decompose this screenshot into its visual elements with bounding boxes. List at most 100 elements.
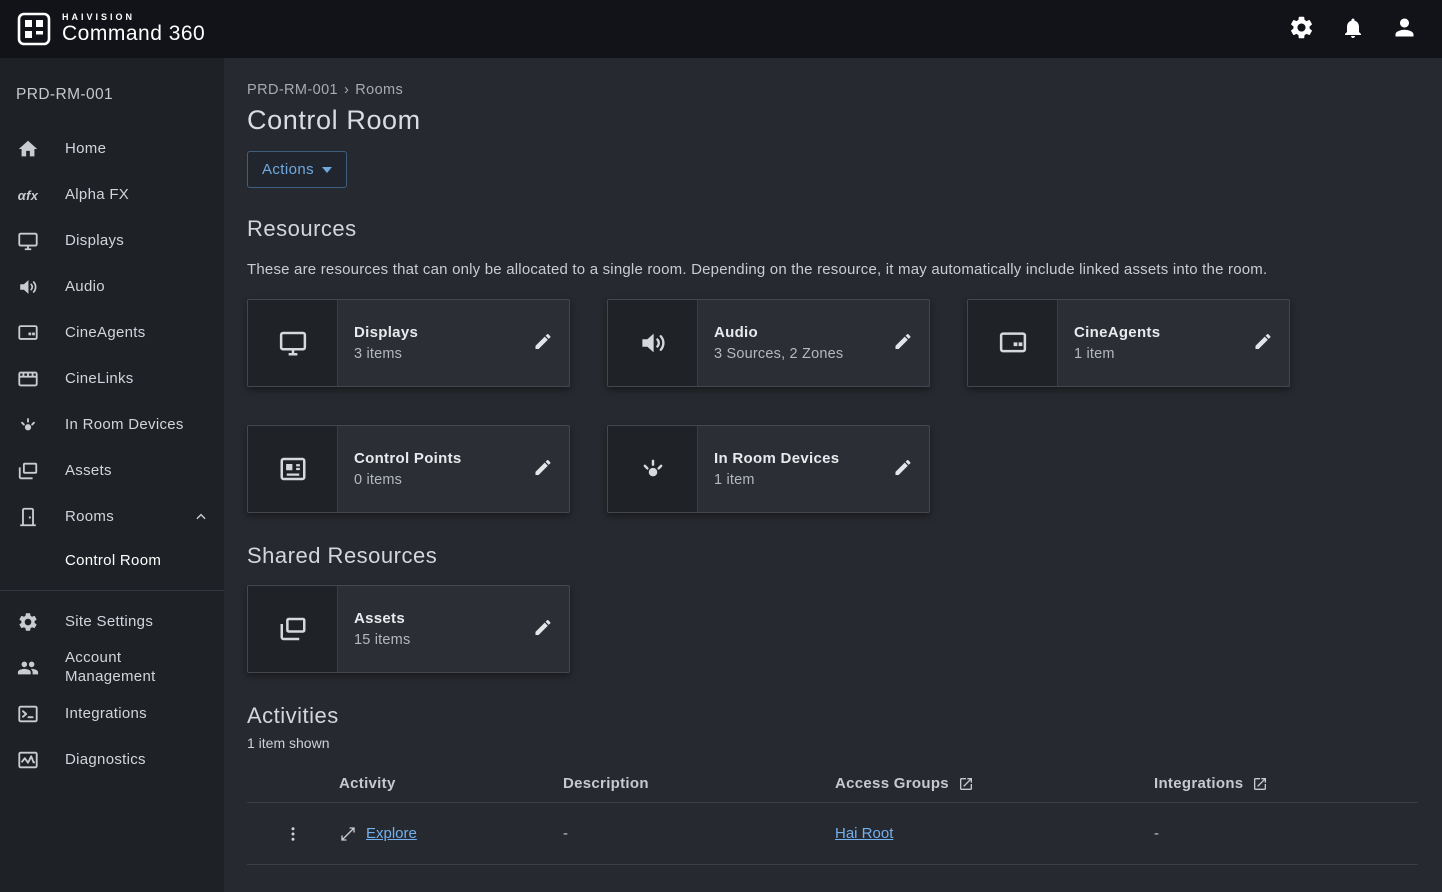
table-header-row: Activity Description Access Groups Integ…	[247, 765, 1418, 803]
person-icon	[1391, 14, 1418, 44]
sidebar-item-home[interactable]: Home	[0, 126, 224, 172]
sidebar-item-control-room[interactable]: Control Room	[0, 540, 224, 582]
resources-card-row-1: Displays 3 items Audio 3 Sources, 2 Zone…	[247, 299, 1418, 387]
cineagents-icon	[16, 322, 40, 344]
haivision-logo-icon	[16, 11, 52, 47]
speaker-icon	[608, 300, 698, 386]
shared-resources-card-row: Assets 15 items	[247, 585, 1418, 673]
sidebar-item-label: Site Settings	[65, 613, 153, 632]
pencil-icon	[533, 332, 553, 355]
gear-icon	[1288, 14, 1315, 44]
pencil-icon	[1253, 332, 1273, 355]
sidebar-item-account-management[interactable]: Account Management	[0, 645, 224, 691]
alpha-fx-icon: αfx	[16, 188, 40, 203]
display-icon	[16, 230, 40, 252]
sidebar-item-in-room-devices[interactable]: In Room Devices	[0, 402, 224, 448]
edit-button[interactable]	[533, 332, 553, 355]
card-subtitle: 1 item	[714, 472, 885, 488]
card-title: Control Points	[354, 450, 525, 467]
notifications-button[interactable]	[1341, 16, 1365, 43]
sidebar-item-label: Integrations	[65, 705, 147, 724]
integrations-cell: -	[1154, 825, 1418, 842]
resources-description: These are resources that can only be all…	[247, 258, 1397, 281]
actions-button-label: Actions	[262, 161, 314, 178]
external-link-icon[interactable]	[958, 776, 974, 792]
cinelinks-icon	[16, 368, 40, 390]
topbar: HAIVISION Command 360	[0, 0, 1442, 58]
sidebar-item-site-settings[interactable]: Site Settings	[0, 599, 224, 645]
explore-icon	[339, 825, 357, 843]
card-subtitle: 3 Sources, 2 Zones	[714, 346, 885, 362]
card-subtitle: 1 item	[1074, 346, 1245, 362]
pencil-icon	[893, 332, 913, 355]
card-subtitle: 3 items	[354, 346, 525, 362]
resource-card-cineagents: CineAgents 1 item	[967, 299, 1290, 387]
pencil-icon	[533, 618, 553, 641]
control-points-icon	[248, 426, 338, 512]
diagnostics-icon	[16, 749, 40, 771]
kebab-menu-button[interactable]	[280, 821, 306, 847]
sidebar-item-diagnostics[interactable]: Diagnostics	[0, 737, 224, 783]
sidebar-item-displays[interactable]: Displays	[0, 218, 224, 264]
page-title: Control Room	[247, 105, 1418, 136]
edit-button[interactable]	[893, 458, 913, 481]
breadcrumb-rooms[interactable]: Rooms	[355, 82, 403, 98]
breadcrumb-site[interactable]: PRD-RM-001	[247, 82, 338, 98]
actions-button[interactable]: Actions	[247, 151, 347, 188]
sidebar-item-integrations[interactable]: Integrations	[0, 691, 224, 737]
column-header-label: Access Groups	[835, 775, 949, 792]
sidebar-item-label: CineLinks	[65, 370, 134, 389]
column-header-description: Description	[563, 775, 835, 792]
sidebar-item-cineagents[interactable]: CineAgents	[0, 310, 224, 356]
access-group-link[interactable]: Hai Root	[835, 825, 893, 842]
people-icon	[16, 657, 40, 679]
sidebar-item-label: Control Room	[65, 552, 161, 571]
edit-button[interactable]	[533, 618, 553, 641]
activity-link[interactable]: Explore	[366, 825, 417, 842]
resource-card-audio: Audio 3 Sources, 2 Zones	[607, 299, 930, 387]
sidebar-item-label: Account Management	[65, 649, 185, 687]
sidebar-item-label: Rooms	[65, 508, 114, 527]
column-header-integrations: Integrations	[1154, 775, 1418, 792]
sidebar-item-rooms[interactable]: Rooms	[0, 494, 224, 540]
shared-resources-heading: Shared Resources	[247, 543, 1418, 569]
card-subtitle: 15 items	[354, 632, 525, 648]
edit-button[interactable]	[893, 332, 913, 355]
terminal-icon	[16, 703, 40, 725]
resource-card-assets: Assets 15 items	[247, 585, 570, 673]
column-header-activity: Activity	[339, 775, 563, 792]
card-title: Assets	[354, 610, 525, 627]
home-icon	[16, 138, 40, 160]
sidebar-item-audio[interactable]: Audio	[0, 264, 224, 310]
card-title: In Room Devices	[714, 450, 885, 467]
resource-card-displays: Displays 3 items	[247, 299, 570, 387]
activity-cell: Explore	[339, 825, 563, 843]
app-window: HAIVISION Command 360 PRD-RM-001 Home αf…	[0, 0, 1442, 892]
sidebar-divider	[0, 590, 224, 591]
pencil-icon	[893, 458, 913, 481]
settings-button[interactable]	[1288, 14, 1315, 44]
sidebar-item-assets[interactable]: Assets	[0, 448, 224, 494]
edit-button[interactable]	[1253, 332, 1273, 355]
brand: HAIVISION Command 360	[16, 11, 205, 47]
in-room-devices-icon	[16, 414, 40, 436]
sidebar-item-alpha-fx[interactable]: αfx Alpha FX	[0, 172, 224, 218]
assets-icon	[248, 586, 338, 672]
display-icon	[248, 300, 338, 386]
account-button[interactable]	[1391, 14, 1418, 44]
description-cell: -	[563, 825, 835, 842]
activities-count: 1 item shown	[247, 735, 1418, 751]
external-link-icon[interactable]	[1252, 776, 1268, 792]
assets-icon	[16, 460, 40, 482]
edit-button[interactable]	[533, 458, 553, 481]
sidebar-item-label: CineAgents	[65, 324, 146, 343]
topbar-actions	[1288, 14, 1418, 44]
sidebar-site-label: PRD-RM-001	[0, 78, 224, 126]
card-title: CineAgents	[1074, 324, 1245, 341]
sidebar-item-label: Alpha FX	[65, 186, 129, 205]
bell-icon	[1341, 16, 1365, 43]
resources-card-row-2: Control Points 0 items In Room Devices 1…	[247, 425, 1418, 513]
sidebar: PRD-RM-001 Home αfx Alpha FX Displays Au…	[0, 58, 224, 892]
sidebar-item-cinelinks[interactable]: CineLinks	[0, 356, 224, 402]
main-content: PRD-RM-001›Rooms Control Room Actions Re…	[224, 58, 1442, 892]
